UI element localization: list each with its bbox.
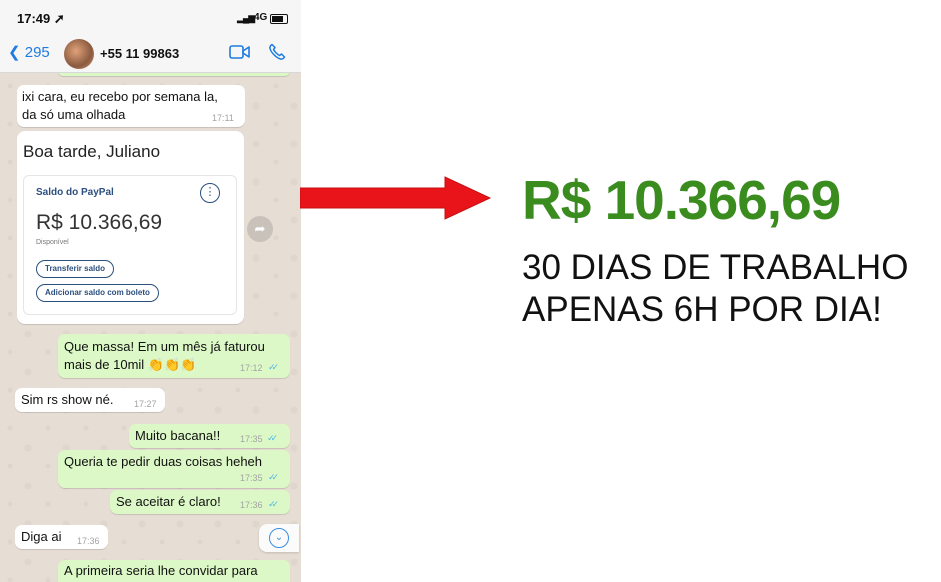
message-text: Queria te pedir duas coisas heheh	[64, 454, 263, 469]
message-bubble[interactable]: Queria te pedir duas coisas heheh 17:35 …	[58, 450, 290, 488]
more-options-icon[interactable]: ⋮	[200, 183, 220, 203]
message-time: 17:11	[212, 113, 234, 123]
transfer-balance-button[interactable]: Transferir saldo	[36, 260, 115, 278]
message-time: 17:35	[240, 473, 263, 483]
read-ticks-icon: ✓✓	[268, 499, 279, 509]
share-icon[interactable]: ➦	[247, 216, 273, 242]
caption-line-1: 30 DIAS DE TRABALHO	[522, 248, 909, 287]
message-text: Muito bacana!!	[135, 428, 221, 443]
message-bubble[interactable]: Diga ai 17:36	[15, 525, 108, 549]
message-time: 17:12	[240, 363, 263, 373]
status-bar: 17:49 ➚ ▂▄▆ 4G	[0, 0, 301, 34]
paypal-amount: R$ 10.366,69	[36, 211, 163, 234]
contact-name[interactable]: +55 11 99863	[100, 46, 179, 61]
message-text: Que massa! Em um mês já faturou	[64, 339, 265, 354]
message-text: Se aceitar é claro!	[116, 494, 221, 509]
read-ticks-icon: ✓✓	[267, 433, 278, 443]
message-text: da só uma olhada	[22, 107, 126, 122]
back-button[interactable]: ❮ 295	[8, 43, 50, 61]
message-time: 17:36	[77, 536, 100, 546]
message-bubble[interactable]: ixi cara, eu recebo por semana la, da só…	[17, 85, 245, 127]
message-text: Diga ai	[21, 529, 62, 544]
caption-line-2: APENAS 6H POR DIA!	[522, 290, 882, 329]
right-arrow-icon	[300, 176, 492, 220]
read-ticks-icon: ✓✓	[268, 362, 279, 372]
message-bubble[interactable]: A primeira seria lhe convidar para	[58, 560, 290, 582]
paypal-screenshot-card[interactable]: Boa tarde, Juliano Saldo do PayPal ⋮ R$ …	[17, 131, 244, 324]
signal-icon: ▂▄▆	[237, 13, 255, 23]
message-text: Sim rs show né.	[21, 392, 114, 407]
message-bubble[interactable]: Se aceitar é claro! 17:36 ✓✓	[110, 490, 290, 514]
network-type: 4G	[254, 12, 268, 23]
paypal-title: Saldo do PayPal	[36, 187, 114, 198]
message-time: 17:27	[134, 399, 157, 409]
scroll-down-button[interactable]: ⌄	[259, 524, 299, 552]
video-camera-icon[interactable]	[229, 44, 251, 65]
message-text: A primeira seria lhe convidar para	[64, 563, 258, 578]
whatsapp-screenshot: 17:49 ➚ ▂▄▆ 4G ❮ 295 +55 11 99863 ixi ca…	[0, 0, 301, 582]
message-bubble[interactable]: Sim rs show né. 17:27	[15, 388, 165, 412]
paypal-available-label: Disponível	[36, 239, 69, 246]
paypal-balance-panel: Saldo do PayPal ⋮ R$ 10.366,69 Disponíve…	[23, 175, 237, 315]
highlight-amount: R$ 10.366,69	[522, 169, 841, 231]
phone-icon[interactable]	[268, 43, 286, 66]
message-bubble[interactable]: Que massa! Em um mês já faturou mais de …	[58, 334, 290, 378]
message-bubble[interactable]: Muito bacana!! 17:35 ✓✓	[129, 424, 290, 448]
battery-icon	[270, 14, 288, 24]
read-ticks-icon: ✓✓	[268, 472, 279, 482]
add-balance-boleto-button[interactable]: Adicionar saldo com boleto	[36, 284, 159, 302]
message-time: 17:35	[240, 434, 263, 444]
message-time: 17:36	[240, 500, 263, 510]
chevron-down-icon: ⌄	[269, 528, 289, 548]
chat-header: ❮ 295 +55 11 99863	[0, 34, 301, 73]
status-time: 17:49 ➚	[17, 11, 65, 26]
message-text: ixi cara, eu recebo por semana la,	[22, 89, 218, 104]
message-text: mais de 10mil 👏👏👏	[64, 357, 197, 372]
avatar[interactable]	[64, 39, 94, 69]
card-greeting: Boa tarde, Juliano	[23, 142, 161, 161]
